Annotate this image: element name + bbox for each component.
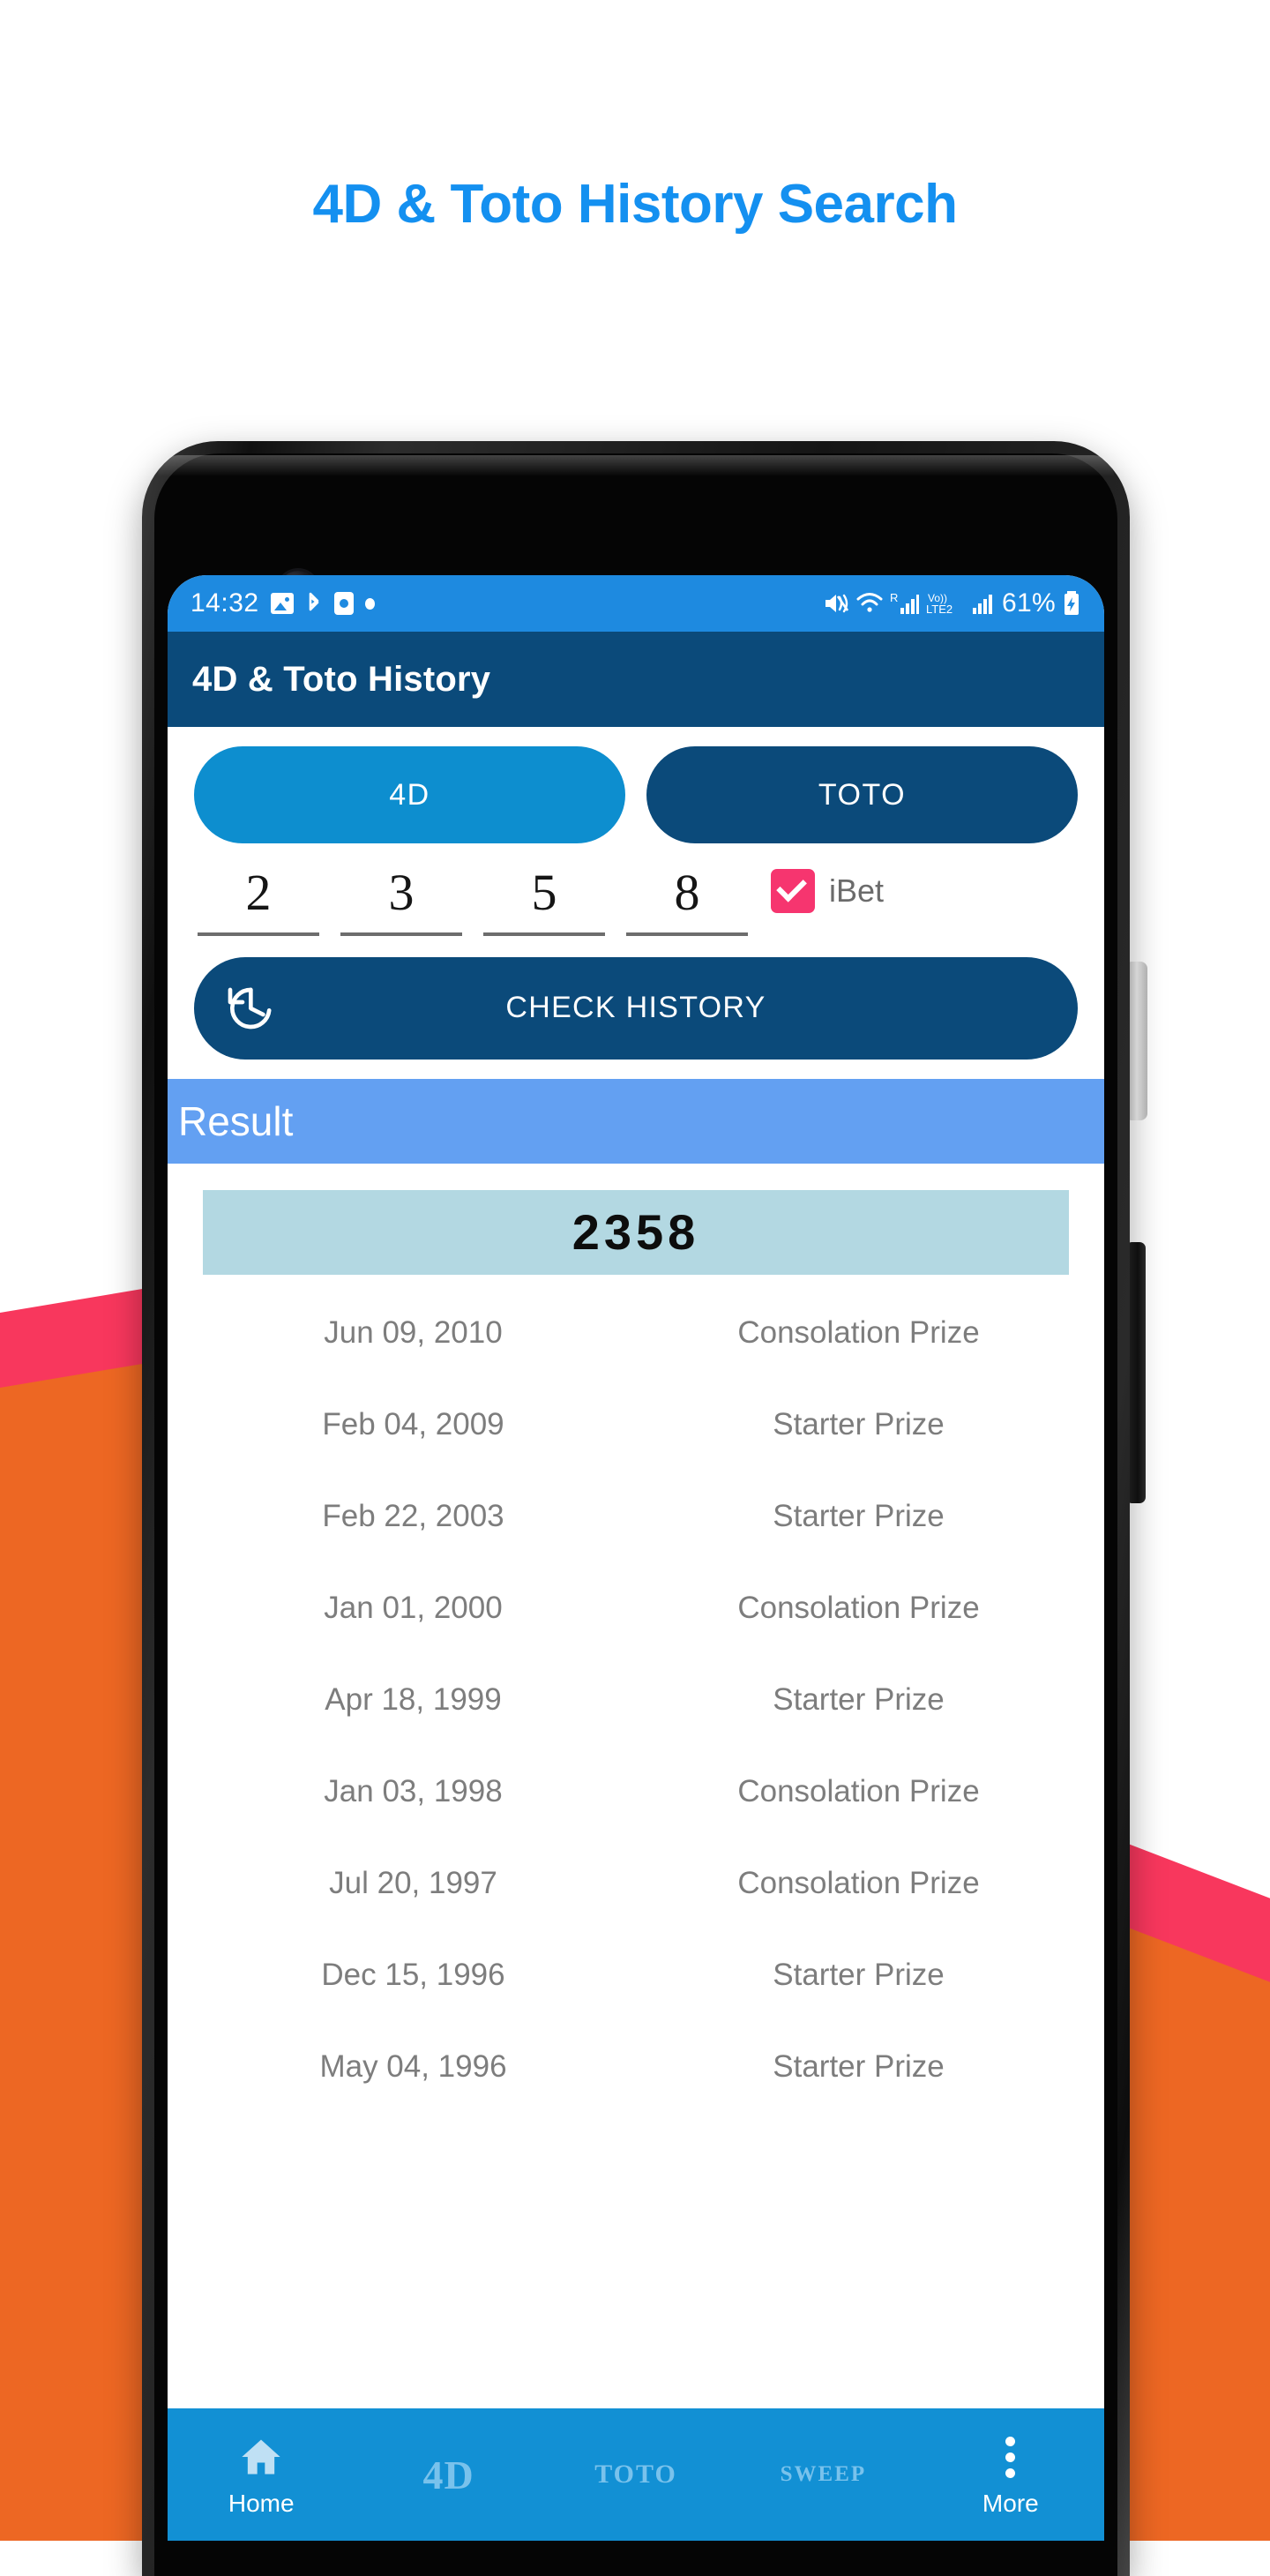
history-result-list: Jun 09, 2010 Consolation Prize Feb 04, 2… [168,1287,1104,2113]
ibet-control[interactable]: iBet [771,868,885,936]
table-row[interactable]: Jun 09, 2010 Consolation Prize [190,1287,1081,1379]
nav-label-toto: TOTO [594,2460,677,2489]
row-prize: Starter Prize [773,1498,945,1533]
table-row[interactable]: Dec 15, 1996 Starter Prize [190,1929,1081,2021]
nav-label-home: Home [228,2490,295,2517]
nav-label-sweep: SWEEP [780,2462,867,2486]
nav-item-home[interactable]: Home [168,2408,355,2541]
battery-charging-icon [1062,590,1081,617]
table-row[interactable]: Jul 20, 1997 Consolation Prize [190,1838,1081,1929]
history-clock-icon [224,984,273,1033]
dot-icon [364,597,375,610]
result-header-label: Result [178,1097,294,1144]
sim-icon [333,592,354,615]
status-bar-left: 14:32 [190,588,823,618]
tab-toto[interactable]: TOTO [646,746,1078,843]
sweep-wordmark: SWEEP [781,2449,867,2500]
digit-underline-1 [198,932,319,936]
page-headline: 4D & Toto History Search [312,174,958,235]
row-date: Dec 15, 1996 [321,1957,505,1992]
tab-4d[interactable]: 4D [194,746,625,843]
digit-value-4: 8 [674,864,700,921]
row-date: Feb 22, 2003 [322,1498,504,1533]
nav-item-4d[interactable]: 4D [355,2408,542,2541]
digit-field-4[interactable]: 8 [623,864,751,936]
row-prize: Consolation Prize [737,1590,980,1625]
home-icon [238,2431,284,2482]
nav-item-more[interactable]: More [917,2408,1104,2541]
image-icon [270,593,294,614]
phone-bezel-highlight [158,455,1114,476]
number-input-row: 2 3 5 8 iBet [194,843,1078,941]
app-bar: 4D & Toto History [168,632,1104,727]
result-number-value: 2358 [572,1204,700,1261]
digit-value-3: 5 [531,864,557,921]
mute-icon [823,591,849,616]
nav-item-sweep[interactable]: SWEEP [729,2408,916,2541]
power-button[interactable] [1128,962,1147,1120]
main-content: 4D TOTO 2 3 5 8 iBet CHECK HISTORY [168,727,1104,1060]
digit-underline-4 [626,932,748,936]
row-prize: Starter Prize [773,1406,945,1442]
ibet-label: iBet [829,872,885,909]
check-icon [776,872,807,902]
signal-icon [971,590,994,617]
result-number-chip: 2358 [203,1189,1069,1275]
nav-label-more: More [982,2490,1039,2517]
nav-item-toto[interactable]: TOTO [542,2408,729,2541]
row-prize: Starter Prize [773,1957,945,1992]
digit-value-2: 3 [388,864,415,921]
status-bar-clock: 14:32 [190,588,259,618]
row-date: Jan 03, 1998 [324,1773,503,1808]
bottom-navigation-bar: Home 4D TOTO SWEEP More [168,2408,1104,2541]
ibet-checkbox[interactable] [771,868,815,913]
volume-button[interactable] [1128,1242,1146,1503]
table-row[interactable]: May 04, 1996 Starter Prize [190,2021,1081,2113]
row-prize: Consolation Prize [737,1865,980,1900]
row-prize: Starter Prize [773,1681,945,1717]
table-row[interactable]: Feb 04, 2009 Starter Prize [190,1379,1081,1471]
check-history-label: CHECK HISTORY [505,991,766,1025]
table-row[interactable]: Jan 01, 2000 Consolation Prize [190,1562,1081,1654]
check-history-button[interactable]: CHECK HISTORY [194,956,1078,1060]
roaming-signal-icon: R [890,590,920,617]
row-prize: Starter Prize [773,2048,945,2084]
row-date: Feb 04, 2009 [322,1406,504,1442]
digit-field-1[interactable]: 2 [194,864,323,936]
wifi-icon [855,591,884,616]
row-date: Jan 01, 2000 [324,1590,503,1625]
svg-text:LTE2: LTE2 [926,603,952,616]
game-type-tabs: 4D TOTO [194,727,1078,843]
result-number-container: 2358 [168,1189,1104,1275]
volte2-icon: Vo)) LTE2 [926,590,965,617]
row-date: May 04, 1996 [319,2048,507,2084]
status-bar-right: R Vo)) LTE2 61% [823,588,1081,618]
phone-screen: 14:32 R Vo)) LTE2 61% 4D & Toto History … [168,575,1104,2541]
toto-wordmark: TOTO [594,2449,677,2500]
status-bar: 14:32 R Vo)) LTE2 61% [168,575,1104,632]
battery-percent-label: 61% [1002,588,1056,618]
table-row[interactable]: Apr 18, 1999 Starter Prize [190,1654,1081,1746]
svg-text:R: R [890,591,898,604]
table-row[interactable]: Feb 22, 2003 Starter Prize [190,1471,1081,1562]
digit-value-1: 2 [245,864,272,921]
overflow-dots-icon [1005,2431,1016,2482]
row-prize: Consolation Prize [737,1314,980,1350]
digit-underline-2 [340,932,462,936]
4d-wordmark: 4D [422,2449,474,2500]
table-row[interactable]: Jan 03, 1998 Consolation Prize [190,1746,1081,1838]
digit-field-3[interactable]: 5 [480,864,609,936]
nav-label-4d: 4D [422,2452,474,2497]
digit-underline-3 [483,932,605,936]
result-section-header: Result [168,1078,1104,1164]
digit-field-2[interactable]: 3 [337,864,466,936]
row-date: Apr 18, 1999 [325,1681,502,1717]
app-title: 4D & Toto History [192,659,491,699]
row-date: Jun 09, 2010 [324,1314,503,1350]
row-date: Jul 20, 1997 [329,1865,497,1900]
bluetooth-icon [305,591,323,616]
row-prize: Consolation Prize [737,1773,980,1808]
